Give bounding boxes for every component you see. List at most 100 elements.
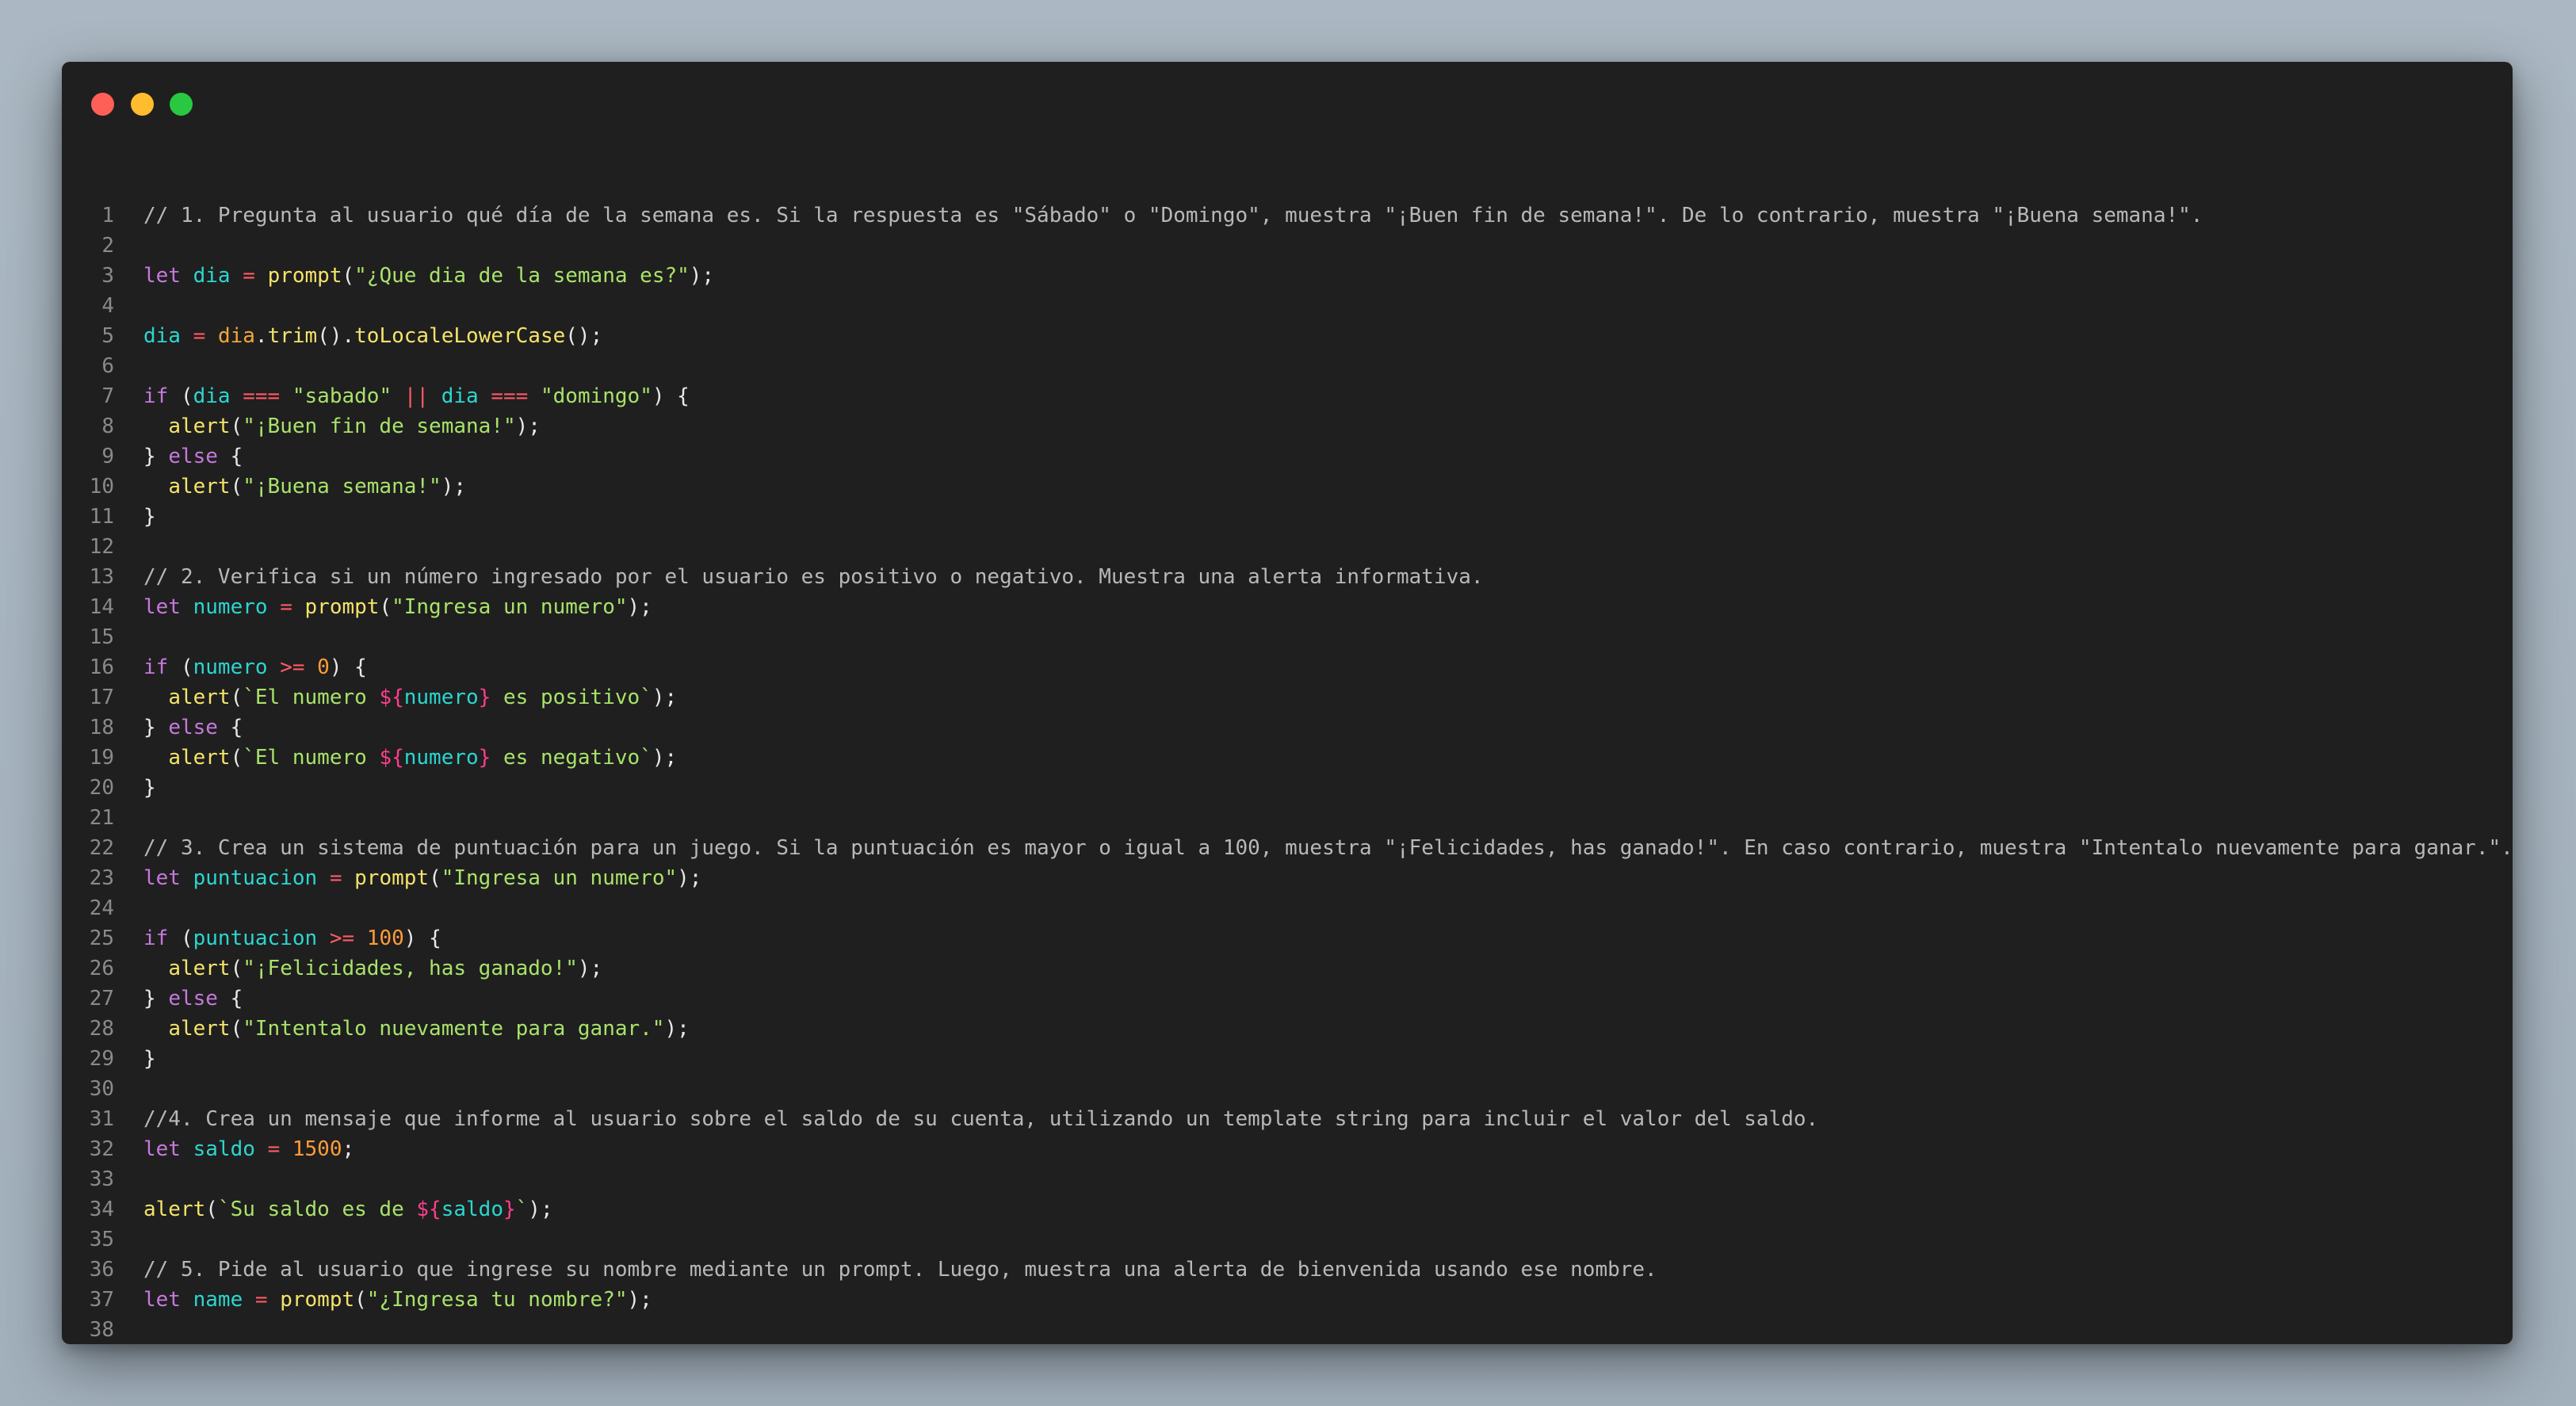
- code-line: 33: [62, 1164, 2513, 1194]
- line-number: 37: [89, 1288, 114, 1312]
- code-line: 22 // 3. Crea un sistema de puntuación pa…: [62, 833, 2513, 863]
- token-plain: (: [379, 595, 392, 619]
- token-operator: ||: [403, 384, 430, 408]
- line-code: if (puntuacion >= 100) {: [143, 923, 441, 953]
- token-method: trim: [267, 324, 318, 348]
- token-plain: (: [230, 415, 243, 438]
- line-number: 16: [89, 655, 114, 679]
- code-line: 18} else {: [62, 713, 2513, 743]
- line-number: 20: [89, 776, 114, 800]
- token-property: dia: [217, 324, 255, 348]
- token-variable: saldo: [193, 1137, 255, 1161]
- line-number: 9: [101, 445, 114, 468]
- token-plain: (: [429, 866, 441, 890]
- token-variable: dia: [193, 384, 231, 408]
- token-variable: dia: [193, 264, 231, 288]
- code-line: 5 dia = dia.trim().toLocaleLowerCase();: [62, 321, 2513, 351]
- token-operator: ===: [491, 384, 529, 408]
- line-code: } else {: [143, 713, 243, 743]
- token-plain: {: [217, 716, 243, 739]
- line-code: let numero = prompt("Ingresa un numero")…: [143, 592, 652, 622]
- code-line: 37 let name = prompt("¿Ingresa tu nombre?…: [62, 1285, 2513, 1315]
- token-plain: (: [354, 1288, 367, 1312]
- token-operator: >=: [280, 655, 305, 679]
- line-number: 5: [101, 324, 114, 348]
- line-code: let saldo = 1500;: [143, 1134, 354, 1164]
- line-number: 14: [89, 595, 114, 619]
- token-function: alert: [168, 475, 231, 499]
- line-number: 22: [89, 836, 114, 860]
- token-number: 1500: [292, 1137, 342, 1161]
- token-variable: dia: [143, 324, 181, 348]
- line-code: // 5. Pide al usuario que ingrese su nom…: [143, 1255, 1657, 1285]
- token-interp: ${: [379, 746, 404, 770]
- token-variable: saldo: [441, 1198, 503, 1221]
- line-number: 17: [89, 686, 114, 709]
- token-variable: numero: [193, 655, 268, 679]
- code-editor[interactable]: 1 // 1. Pregunta al usuario qué día de la…: [62, 201, 2513, 1344]
- minimize-dot-icon[interactable]: [131, 93, 154, 116]
- token-string: "¡Felicidades, has ganado!": [243, 957, 578, 980]
- token-string: "¡Buena semana!": [243, 475, 441, 499]
- close-dot-icon[interactable]: [91, 93, 114, 116]
- token-plain: );: [652, 686, 678, 709]
- maximize-dot-icon[interactable]: [170, 93, 193, 116]
- code-line: 4: [62, 291, 2513, 321]
- line-number: 2: [101, 234, 114, 258]
- token-plain: (: [230, 957, 243, 980]
- token-variable: numero: [193, 595, 268, 619]
- token-keyword: let: [143, 595, 181, 619]
- token-plain: ();: [565, 324, 603, 348]
- token-variable: puntuacion: [193, 866, 318, 890]
- code-line: 26 alert("¡Felicidades, has ganado!");: [62, 953, 2513, 984]
- line-number: 38: [89, 1318, 114, 1342]
- token-string: "domingo": [540, 384, 652, 408]
- token-plain: (: [168, 927, 193, 950]
- token-plain: }: [143, 716, 169, 739]
- token-function: prompt: [354, 866, 430, 890]
- line-code: let puntuacion = prompt("Ingresa un nume…: [143, 863, 701, 893]
- token-function: alert: [143, 1198, 206, 1221]
- line-code: let dia = prompt("¿Que dia de la semana …: [143, 261, 714, 291]
- line-number: 10: [89, 475, 114, 499]
- token-plain: {: [217, 987, 243, 1011]
- code-line: 36 // 5. Pide al usuario que ingrese su n…: [62, 1255, 2513, 1285]
- token-function: alert: [168, 957, 231, 980]
- token-function: prompt: [267, 264, 342, 288]
- token-plain: (: [205, 1198, 218, 1221]
- token-operator: =: [329, 866, 342, 890]
- line-number: 11: [89, 505, 114, 529]
- token-variable: puntuacion: [193, 927, 318, 950]
- token-plain: );: [689, 264, 715, 288]
- code-line: 34 alert(`Su saldo es de ${saldo}`);: [62, 1194, 2513, 1225]
- token-keyword: else: [168, 716, 218, 739]
- token-string: "¡Buen fin de semana!": [243, 415, 516, 438]
- line-number: 24: [89, 896, 114, 920]
- token-plain: (: [342, 264, 355, 288]
- token-keyword: else: [168, 987, 218, 1011]
- token-string: "¿Ingresa tu nombre?": [366, 1288, 628, 1312]
- line-code: alert(`El numero ${numero} es positivo`)…: [143, 682, 677, 713]
- code-line: 8 alert("¡Buen fin de semana!");: [62, 411, 2513, 441]
- token-plain: .: [254, 324, 268, 348]
- code-line: 21: [62, 803, 2513, 833]
- code-line: 1 // 1. Pregunta al usuario qué día de la…: [62, 201, 2513, 231]
- line-number: 4: [101, 294, 114, 318]
- line-code: alert("¡Felicidades, has ganado!");: [143, 953, 602, 984]
- token-keyword: if: [143, 655, 169, 679]
- token-plain: }: [143, 1047, 156, 1071]
- token-operator: =: [267, 1137, 281, 1161]
- token-operator: =: [243, 264, 255, 288]
- token-plain: );: [441, 475, 467, 499]
- code-line: 30: [62, 1074, 2513, 1104]
